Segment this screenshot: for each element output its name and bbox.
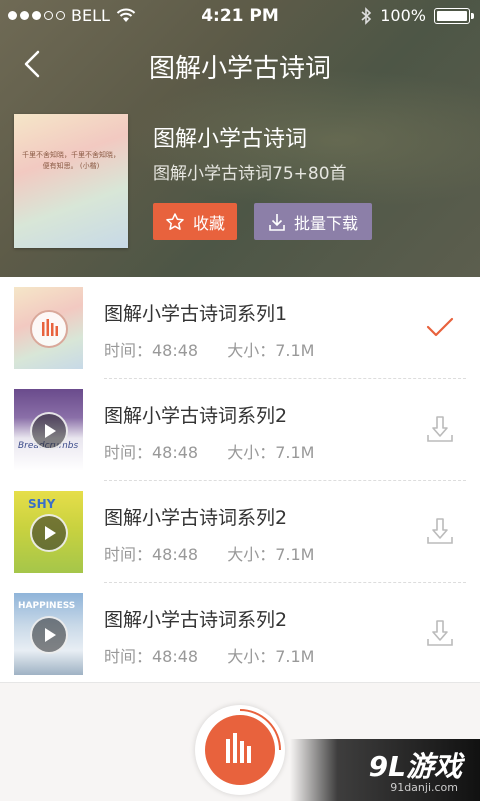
thumbnail-text: SHY	[28, 497, 56, 511]
watermark-url: 91danji.com	[390, 781, 458, 794]
track-meta: 时间：48:48 大小：7.1M	[104, 337, 338, 361]
thumbnail-text: HAPPINESS	[18, 601, 76, 611]
status-right: 100%	[360, 6, 474, 25]
download-icon[interactable]	[424, 515, 456, 547]
track-title: 图解小学古诗词系列2	[104, 405, 288, 427]
track-row[interactable]: 图解小学古诗词系列1 时间：48:48 大小：7.1M	[0, 277, 480, 379]
play-icon[interactable]	[30, 616, 68, 654]
checkmark-icon	[426, 317, 454, 337]
battery-icon	[434, 7, 474, 24]
track-duration: 时间：48:48	[104, 341, 199, 360]
star-icon	[166, 212, 184, 230]
track-row[interactable]: HAPPINESS 图解小学古诗词系列2 时间：48:48 大小：7.1M	[0, 583, 480, 685]
track-thumbnail: HAPPINESS	[14, 593, 83, 675]
track-thumbnail: Breadcrumbs	[14, 389, 83, 471]
batch-download-label: 批量下载	[293, 213, 358, 233]
track-size: 大小：7.1M	[227, 545, 315, 564]
album-title: 图解小学古诗词	[153, 127, 308, 152]
play-icon[interactable]	[30, 412, 68, 450]
track-title: 图解小学古诗词系列1	[104, 303, 288, 325]
status-bar: BELL 4:21 PM 100%	[0, 0, 480, 32]
album-subtitle: 图解小学古诗词75+80首	[153, 164, 347, 184]
favorite-button[interactable]: 收藏	[153, 203, 237, 240]
download-icon[interactable]	[424, 617, 456, 649]
download-icon[interactable]	[424, 413, 456, 445]
album-header: BELL 4:21 PM 100% 图解小学古诗词 千里不舍知晓，千里不舍知晓，…	[0, 0, 480, 277]
player-bar: 9L游戏 91danji.com	[0, 682, 480, 801]
track-meta: 时间：48:48 大小：7.1M	[104, 439, 338, 463]
track-thumbnail	[14, 287, 83, 369]
playing-indicator-icon	[30, 310, 68, 348]
track-row[interactable]: SHY 图解小学古诗词系列2 时间：48:48 大小：7.1M	[0, 481, 480, 583]
site-watermark: 9L游戏 91danji.com	[290, 739, 480, 801]
track-meta: 时间：48:48 大小：7.1M	[104, 643, 338, 667]
track-size: 大小：7.1M	[227, 341, 315, 360]
track-thumbnail: SHY	[14, 491, 83, 573]
batch-download-button[interactable]: 批量下载	[254, 203, 372, 240]
play-icon[interactable]	[30, 514, 68, 552]
watermark-logo: 9L游戏	[368, 750, 462, 783]
favorite-label: 收藏	[192, 213, 225, 233]
track-duration: 时间：48:48	[104, 443, 199, 462]
track-row[interactable]: Breadcrumbs 图解小学古诗词系列2 时间：48:48 大小：7.1M	[0, 379, 480, 481]
equalizer-icon	[205, 715, 275, 785]
download-icon	[269, 213, 285, 231]
now-playing-button[interactable]	[195, 705, 285, 795]
track-meta: 时间：48:48 大小：7.1M	[104, 541, 338, 565]
page-title: 图解小学古诗词	[148, 54, 331, 84]
track-size: 大小：7.1M	[227, 443, 315, 462]
track-title: 图解小学古诗词系列2	[104, 609, 288, 631]
track-title: 图解小学古诗词系列2	[104, 507, 288, 529]
album-cover: 千里不舍知晓，千里不舍知晓，便有知思。 (小楷)	[14, 114, 128, 248]
track-duration: 时间：48:48	[104, 545, 199, 564]
track-size: 大小：7.1M	[227, 647, 315, 666]
battery-label: 100%	[380, 6, 426, 25]
track-list: 图解小学古诗词系列1 时间：48:48 大小：7.1M Breadcrumbs …	[0, 277, 480, 682]
album-cover-text: 千里不舍知晓，千里不舍知晓，便有知思。 (小楷)	[22, 151, 120, 170]
nav-bar: 图解小学古诗词	[0, 34, 480, 94]
track-duration: 时间：48:48	[104, 647, 199, 666]
bluetooth-icon	[361, 6, 372, 25]
